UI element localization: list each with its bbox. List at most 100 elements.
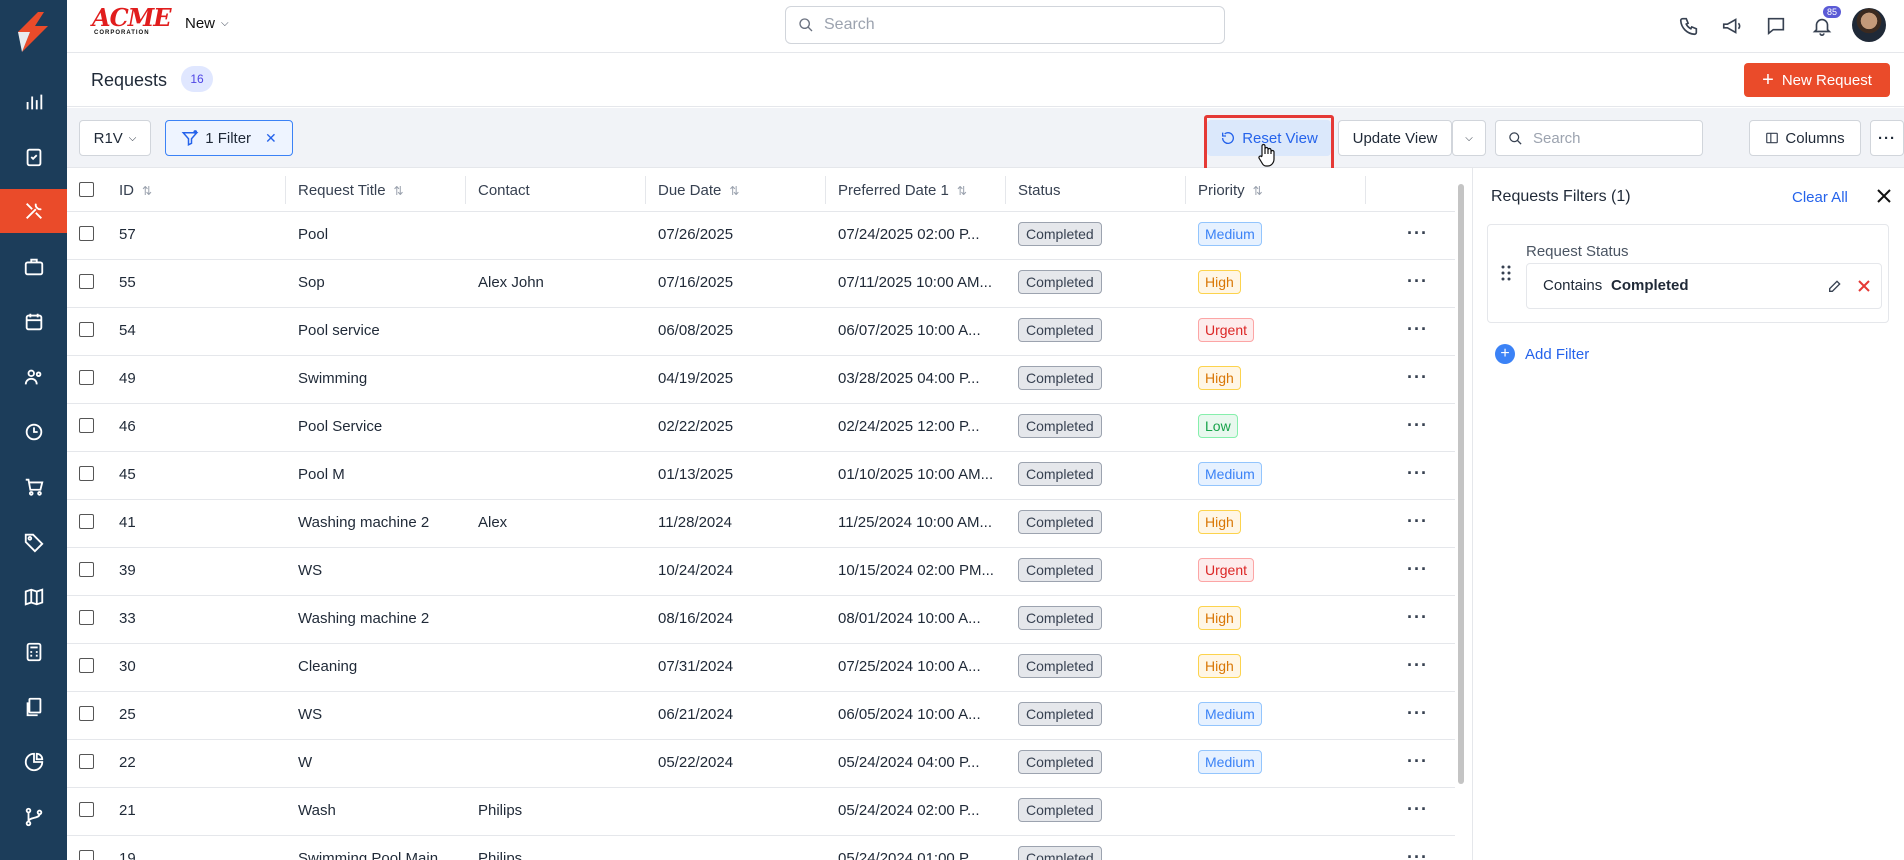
row-actions-icon[interactable]: ··· <box>1407 416 1428 434</box>
row-actions-icon[interactable]: ··· <box>1407 800 1428 818</box>
cell-request-title[interactable]: Wash <box>298 802 336 819</box>
row-checkbox[interactable] <box>79 274 94 289</box>
row-checkbox[interactable] <box>79 418 94 433</box>
row-actions-icon[interactable]: ··· <box>1407 560 1428 578</box>
more-options-button[interactable]: ··· <box>1870 120 1904 156</box>
row-actions-icon[interactable]: ··· <box>1407 656 1428 674</box>
app-logo-icon[interactable] <box>8 8 58 56</box>
filter-button[interactable]: 1 Filter ✕ <box>165 120 293 156</box>
row-checkbox[interactable] <box>79 514 94 529</box>
row-checkbox[interactable] <box>79 562 94 577</box>
nav-clock-icon[interactable] <box>0 409 67 455</box>
view-selector-dropdown[interactable]: R1V ⌵ <box>79 120 151 156</box>
update-view-dropdown[interactable]: ⌵ <box>1452 120 1486 156</box>
new-menu-button[interactable]: New ⌵ <box>185 15 229 32</box>
nav-tag-icon[interactable] <box>0 519 67 565</box>
row-checkbox[interactable] <box>79 802 94 817</box>
company-logo[interactable]: ACME CORPORATION <box>92 6 172 40</box>
nav-cart-icon[interactable] <box>0 464 67 510</box>
add-filter-button[interactable]: + Add Filter <box>1495 344 1589 364</box>
row-actions-icon[interactable]: ··· <box>1407 320 1428 338</box>
sort-icon[interactable]: ⇅ <box>729 184 739 198</box>
sort-icon[interactable]: ⇅ <box>957 184 967 198</box>
cell-request-title[interactable]: Swimming <box>298 370 367 387</box>
table-row[interactable]: 25 WS 06/21/2024 06/05/2024 10:00 A... Compl… <box>67 692 1455 740</box>
nav-reports-icon[interactable] <box>0 739 67 785</box>
header-request-title[interactable]: Request Title ⇅ <box>298 182 404 199</box>
header-id[interactable]: ID ⇅ <box>119 182 152 199</box>
row-checkbox[interactable] <box>79 850 94 860</box>
cell-request-title[interactable]: WS <box>298 562 322 579</box>
table-row[interactable]: 45 Pool M 01/13/2025 01/10/2025 10:00 AM...… <box>67 452 1455 500</box>
update-view-button[interactable]: Update View <box>1338 120 1452 156</box>
table-row[interactable]: 57 Pool 07/26/2025 07/24/2025 02:00 P... Com… <box>67 212 1455 260</box>
row-checkbox[interactable] <box>79 706 94 721</box>
table-row[interactable]: 21 Wash Philips 05/24/2024 02:00 P... Comple… <box>67 788 1455 836</box>
sort-icon[interactable]: ⇅ <box>1253 184 1263 198</box>
cell-request-title[interactable]: Pool M <box>298 466 345 483</box>
cell-request-title[interactable]: Pool service <box>298 322 380 339</box>
select-all-checkbox[interactable] <box>79 182 94 197</box>
table-row[interactable]: 46 Pool Service 02/22/2025 02/24/2025 12:00… <box>67 404 1455 452</box>
cell-request-title[interactable]: Sop <box>298 274 325 291</box>
sort-icon[interactable]: ⇅ <box>142 184 152 198</box>
table-row[interactable]: 55 Sop Alex John 07/16/2025 07/11/2025 10:00… <box>67 260 1455 308</box>
nav-documents-icon[interactable] <box>0 684 67 730</box>
row-checkbox[interactable] <box>79 322 94 337</box>
header-preferred-date[interactable]: Preferred Date 1 ⇅ <box>838 182 967 199</box>
global-search-input[interactable]: Search <box>785 6 1225 44</box>
clear-all-link[interactable]: Clear All <box>1792 189 1848 206</box>
row-actions-icon[interactable]: ··· <box>1407 752 1428 770</box>
cell-request-title[interactable]: W <box>298 754 312 771</box>
table-row[interactable]: 39 WS 10/24/2024 10/15/2024 02:00 PM... Comp… <box>67 548 1455 596</box>
filter-condition[interactable]: Contains Completed <box>1526 263 1882 309</box>
cell-request-title[interactable]: Cleaning <box>298 658 357 675</box>
nav-requests-icon[interactable] <box>0 134 67 180</box>
nav-workflow-icon[interactable] <box>0 794 67 840</box>
cell-request-title[interactable]: Pool <box>298 226 328 243</box>
table-row[interactable]: 19 Swimming Pool Main... Philips 05/24/2024… <box>67 836 1455 860</box>
table-scrollbar[interactable] <box>1456 172 1466 860</box>
phone-icon[interactable] <box>1675 12 1703 40</box>
row-actions-icon[interactable]: ··· <box>1407 464 1428 482</box>
nav-calendar-icon[interactable] <box>0 299 67 345</box>
header-contact[interactable]: Contact <box>478 182 530 199</box>
table-row[interactable]: 30 Cleaning 07/31/2024 07/25/2024 10:00 A..… <box>67 644 1455 692</box>
table-row[interactable]: 54 Pool service 06/08/2025 06/07/2025 10:00… <box>67 308 1455 356</box>
new-request-button[interactable]: + New Request <box>1744 63 1890 97</box>
nav-workorders-icon[interactable] <box>0 189 67 233</box>
cell-request-title[interactable]: Pool Service <box>298 418 382 435</box>
row-actions-icon[interactable]: ··· <box>1407 272 1428 290</box>
row-checkbox[interactable] <box>79 610 94 625</box>
row-actions-icon[interactable]: ··· <box>1407 368 1428 386</box>
row-actions-icon[interactable]: ··· <box>1407 512 1428 530</box>
row-checkbox[interactable] <box>79 370 94 385</box>
edit-pencil-icon[interactable] <box>1827 278 1843 294</box>
sort-icon[interactable]: ⇅ <box>394 184 404 198</box>
row-actions-icon[interactable]: ··· <box>1407 848 1428 860</box>
row-checkbox[interactable] <box>79 226 94 241</box>
scrollbar-thumb[interactable] <box>1458 184 1464 784</box>
cell-request-title[interactable]: Washing machine 2 <box>298 610 429 627</box>
table-search-input[interactable]: Search <box>1495 120 1703 156</box>
row-checkbox[interactable] <box>79 754 94 769</box>
megaphone-icon[interactable] <box>1718 12 1746 40</box>
table-row[interactable]: 49 Swimming 04/19/2025 03/28/2025 04:00 P..… <box>67 356 1455 404</box>
nav-briefcase-icon[interactable] <box>0 244 67 290</box>
cell-request-title[interactable]: Swimming Pool Main... <box>298 850 451 860</box>
nav-calculator-icon[interactable] <box>0 629 67 675</box>
row-actions-icon[interactable]: ··· <box>1407 704 1428 722</box>
close-icon[interactable] <box>1875 187 1893 205</box>
row-checkbox[interactable] <box>79 466 94 481</box>
header-status[interactable]: Status <box>1018 182 1061 199</box>
row-actions-icon[interactable]: ··· <box>1407 224 1428 242</box>
header-priority[interactable]: Priority ⇅ <box>1198 182 1263 199</box>
row-actions-icon[interactable]: ··· <box>1407 608 1428 626</box>
avatar[interactable] <box>1852 8 1886 42</box>
table-row[interactable]: 33 Washing machine 2 08/16/2024 08/01/2024 … <box>67 596 1455 644</box>
cell-request-title[interactable]: Washing machine 2 <box>298 514 429 531</box>
remove-filter-icon[interactable] <box>1857 279 1871 293</box>
nav-contacts-icon[interactable] <box>0 354 67 400</box>
table-row[interactable]: 22 W 05/22/2024 05/24/2024 04:00 P... Comple… <box>67 740 1455 788</box>
table-row[interactable]: 41 Washing machine 2 Alex 11/28/2024 11/25/2… <box>67 500 1455 548</box>
